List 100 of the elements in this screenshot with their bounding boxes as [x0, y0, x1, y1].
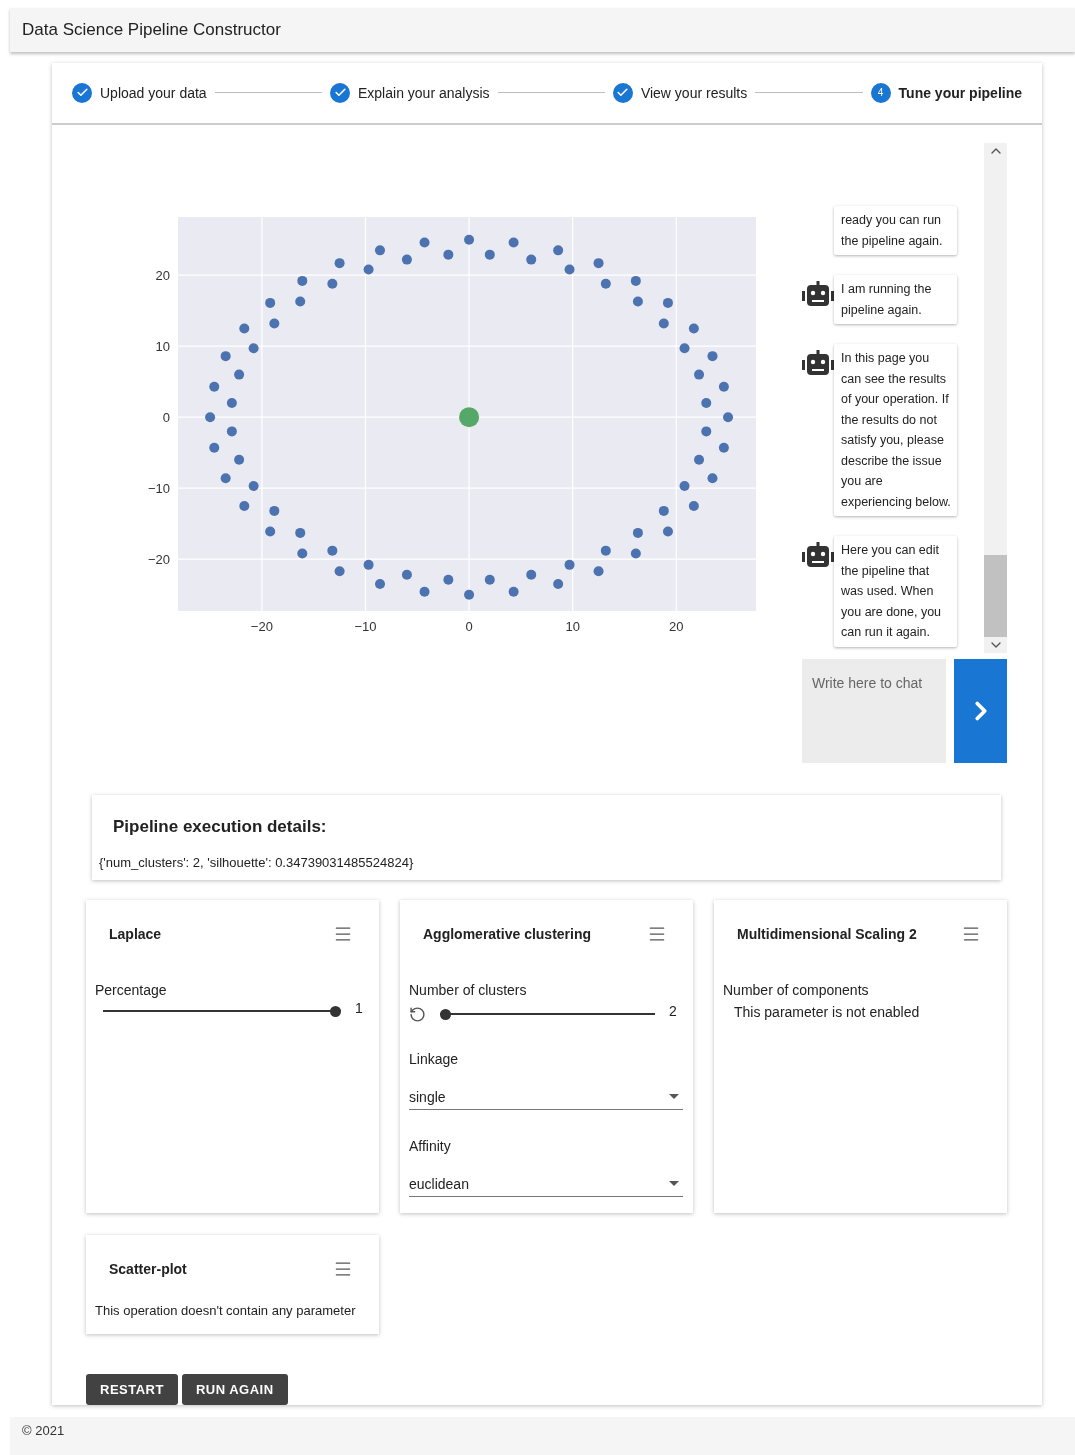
data-point — [688, 500, 699, 511]
data-point — [269, 505, 280, 516]
data-point — [265, 297, 276, 308]
data-point — [707, 350, 718, 361]
data-point — [658, 505, 669, 516]
reset-button[interactable] — [409, 1005, 426, 1023]
disabled-note: This parameter is not enabled — [734, 1003, 921, 1020]
data-point — [239, 323, 250, 334]
data-point — [269, 318, 280, 329]
send-button[interactable] — [954, 658, 1007, 763]
x-tick-label: 10 — [565, 618, 580, 634]
data-point — [248, 480, 259, 491]
data-point — [375, 578, 385, 589]
operation-title: Agglomerative clustering — [423, 925, 592, 942]
data-point — [234, 369, 245, 380]
data-point — [401, 569, 412, 580]
data-point — [723, 411, 734, 422]
data-point — [662, 526, 673, 537]
data-point — [401, 254, 412, 265]
action-button[interactable]: RESTART — [86, 1373, 178, 1405]
step[interactable]: 4 Tune your pipeline — [870, 82, 1022, 103]
data-point — [375, 245, 385, 256]
data-point — [334, 566, 345, 576]
data-point — [553, 245, 564, 256]
y-tick-label: 20 — [155, 267, 170, 283]
data-point — [419, 586, 430, 597]
data-point — [701, 397, 712, 408]
operation-title: Multidimensional Scaling 2 — [737, 925, 917, 942]
slider-value: 1 — [355, 1000, 364, 1017]
data-point — [220, 350, 231, 361]
data-point — [484, 249, 495, 260]
chat-input[interactable]: Write here to chat — [802, 658, 946, 763]
parameter-label: Linkage — [409, 1050, 460, 1067]
y-tick-label: −20 — [147, 551, 170, 567]
step[interactable]: View your results — [612, 82, 748, 103]
chat-message: In this page you can see the results of your operation. If the results do not satisfy you, please describe the issue you are experiencing below. — [834, 344, 957, 517]
data-point — [419, 237, 430, 248]
chat-message: Here you can edit the pipeline that was used. When you are done, you can run it again. — [834, 536, 957, 647]
data-point — [443, 574, 454, 585]
y-tick-label: 10 — [155, 338, 170, 354]
parameter-label: Number of clusters — [409, 981, 528, 998]
data-point — [564, 264, 575, 275]
operation-title: Scatter-plot — [109, 1260, 187, 1277]
caret-icon — [669, 1094, 679, 1100]
data-point — [484, 574, 495, 585]
action-button[interactable]: RUN AGAIN — [181, 1373, 288, 1405]
data-point — [593, 257, 604, 268]
step-number: 4 — [870, 82, 891, 103]
check-icon — [330, 82, 350, 103]
data-point — [694, 369, 705, 380]
check-icon — [612, 82, 633, 103]
check-icon — [72, 82, 92, 103]
select-field[interactable]: euclidean — [409, 1171, 683, 1197]
data-point — [508, 237, 519, 248]
details-text: {'num_clusters': 2, 'silhouette': 0.34739031485524824} — [99, 854, 415, 870]
data-point — [295, 296, 306, 307]
data-point — [220, 473, 231, 483]
x-tick-label: 20 — [669, 618, 684, 634]
data-point — [526, 569, 537, 580]
chat-message: I am running the pipeline again. — [834, 275, 957, 325]
slider-thumb[interactable] — [330, 1005, 341, 1017]
data-point — [363, 559, 374, 570]
slider-thumb[interactable] — [440, 1008, 451, 1020]
x-tick-label: −20 — [250, 618, 273, 634]
data-point — [632, 527, 643, 538]
data-point — [295, 527, 306, 538]
x-tick-label: −10 — [354, 618, 377, 634]
scroll-thumb[interactable] — [984, 554, 1007, 637]
y-tick-label: 0 — [162, 409, 170, 425]
data-point — [226, 426, 237, 437]
data-point — [593, 566, 604, 576]
select-field[interactable]: single — [409, 1084, 683, 1110]
data-point — [630, 548, 641, 559]
data-point — [297, 548, 308, 559]
caret-icon — [669, 1181, 679, 1187]
scrollbar[interactable] — [984, 142, 1007, 653]
data-point — [209, 442, 220, 453]
empty-text: This operation doesn't contain any parameter — [95, 1302, 357, 1318]
step[interactable]: Upload your data — [72, 82, 207, 103]
data-point — [679, 343, 690, 354]
data-point — [632, 296, 643, 307]
data-point — [526, 254, 537, 265]
parameter-label: Affinity — [409, 1137, 452, 1154]
app-title: Data Science Pipeline Constructor — [22, 19, 281, 40]
footer: © 2021 — [10, 1416, 1075, 1455]
data-point — [209, 381, 220, 392]
data-point — [694, 454, 705, 465]
data-point — [327, 278, 338, 289]
data-point — [205, 411, 216, 422]
data-point — [459, 406, 480, 427]
data-point — [234, 454, 245, 465]
step[interactable]: Explain your analysis — [330, 82, 490, 103]
data-point — [718, 442, 729, 453]
data-point — [600, 545, 611, 556]
slider-value: 2 — [669, 1003, 678, 1020]
data-point — [334, 257, 345, 268]
data-point — [297, 275, 308, 286]
data-point — [464, 234, 475, 245]
details-title: Pipeline execution details: — [113, 816, 328, 837]
operation-title: Laplace — [109, 925, 162, 942]
